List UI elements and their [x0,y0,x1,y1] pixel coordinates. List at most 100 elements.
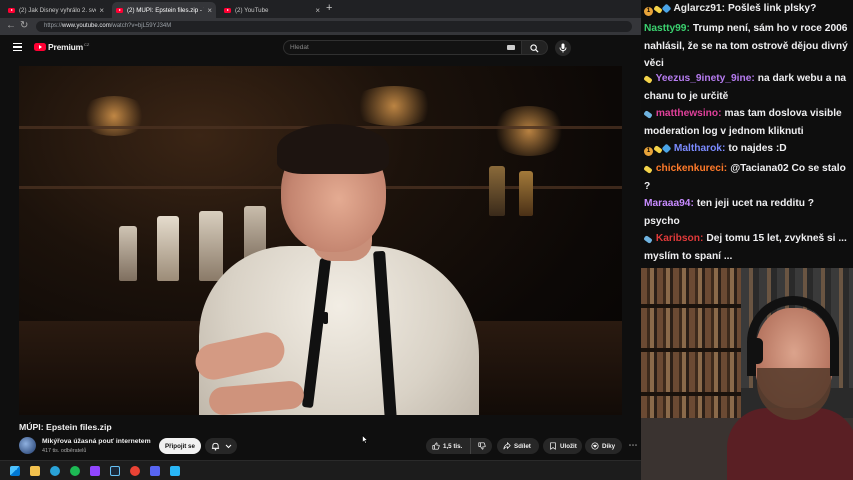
save-button[interactable]: Uložit [543,438,582,454]
chat-username[interactable]: Maltharok: [674,143,726,154]
chat-username[interactable]: matthewsino: [656,108,722,119]
bottle [157,216,179,281]
gem-badge-icon [661,143,672,154]
steam-icon[interactable] [110,466,120,476]
dislike-button[interactable] [470,438,492,454]
chrome-icon[interactable] [130,466,140,476]
chat-message: Maraaa94: ten jeji ucet na redditu ? psyc… [644,195,852,230]
discord-icon[interactable] [150,466,160,476]
like-count: 1,5 tis. [443,442,463,450]
chat-text: Pošleš link plsky? [727,3,817,14]
tab-epstein-files[interactable]: (2) MÚPI: Epstein files.zip - YouTub × [112,2,216,18]
sword-badge-icon [653,5,663,14]
close-icon[interactable]: × [207,6,212,15]
bar-light [489,106,569,156]
streamer-webcam [641,268,853,480]
voice-search-button[interactable] [555,40,571,56]
bottle [119,226,137,281]
man-hair [277,124,389,174]
url-path: /watch?v=bjL59YJ34M [110,23,172,29]
video-player[interactable] [19,66,622,415]
bar-light [79,96,149,136]
sword-badge-icon [643,165,653,174]
bottle [199,211,223,281]
drop-badge-icon [643,235,653,244]
video-title: MÚPI: Epstein files.zip [19,422,112,432]
search-icon [530,44,539,53]
youtube-premium-logo[interactable]: Premium CZ [34,42,89,52]
twitch-icon[interactable] [90,466,100,476]
close-icon[interactable]: × [315,6,320,15]
windows-start-icon[interactable] [10,466,20,476]
lapel-mic [323,312,328,324]
chat-message: 1 Aglarcz91: Pošleš link plsky? [644,0,852,18]
chat-message: chickenkureci: @Taciana02 Co se stalo ? [643,160,852,195]
search-input[interactable]: Hledat [283,40,522,55]
chat-message: 1 Maltharok: to najdes :D [644,140,852,158]
shelf-board [641,392,741,396]
chat-username[interactable]: Maraaa94: [644,198,694,209]
shelf-board [641,304,741,308]
tab-label: (2) YouTube [235,6,269,14]
chat-username[interactable]: chickenkureci: [656,163,727,174]
chat-message: Nastty99: Trump není, sám ho v roce 2006 … [644,20,852,73]
subscriber-count: 417 tis. odběratelů [42,448,87,454]
chat-username[interactable]: Aglarcz91: [673,3,725,14]
save-label: Uložit [560,442,577,450]
tab-youtube-home[interactable]: (2) YouTube × [220,2,324,18]
new-tab-button[interactable]: + [326,2,332,14]
bottle [489,166,505,216]
bottle [519,171,533,216]
sword-badge-icon [653,145,663,154]
bell-icon [211,442,220,451]
close-icon[interactable]: × [99,6,104,15]
stream-chat: 1 Aglarcz91: Pošleš link plsky? Nastty99:… [641,0,853,268]
thanks-heart-icon [591,442,599,450]
reload-icon[interactable]: ↻ [20,20,28,31]
headset-earcup [747,338,763,364]
join-button[interactable]: Připojit se [159,438,201,454]
keyboard-icon[interactable] [507,45,515,50]
url-prefix: https:// [44,23,63,29]
spotify-icon[interactable] [70,466,80,476]
sword-badge-icon [643,75,653,84]
chevron-down-icon [225,444,232,449]
youtube-favicon-icon [224,7,231,13]
logo-text: Premium [48,42,83,52]
search-button[interactable] [522,40,548,55]
like-button[interactable]: 1,5 tis. [426,438,470,454]
edge-icon[interactable] [50,466,60,476]
thanks-button[interactable]: Díky [585,438,622,454]
chat-message: matthewsino: mas tam doslova visible mode… [643,105,852,140]
chat-text: to najdes :D [728,143,787,154]
back-arrow-icon[interactable]: ← [6,20,16,31]
tab-disney[interactable]: (2) Jak Disney vyhrálo 2. světovou × [4,2,108,18]
share-label: Sdílet [514,442,531,450]
share-button[interactable]: Sdílet [497,438,539,454]
youtube-favicon-icon [8,7,15,13]
browser-window: (2) Jak Disney vyhrálo 2. světovou × (2)… [0,0,641,460]
thanks-label: Díky [602,442,616,450]
share-icon [503,442,511,450]
chat-username[interactable]: Yeezus_9inety_9ine: [656,73,755,84]
more-actions-button[interactable]: ⋯ [626,438,640,454]
thumbs-up-icon [432,442,440,450]
chat-username[interactable]: Nastty99: [644,23,690,34]
channel-avatar[interactable] [19,437,36,454]
file-explorer-icon[interactable] [30,466,40,476]
notification-button[interactable] [205,438,237,454]
hamburger-menu-icon[interactable] [13,43,22,51]
thumbs-down-icon [477,442,486,450]
chat-message: Karibson: Dej tomu 15 let, zvykneš si ...… [643,230,852,265]
tab-label: (2) MÚPI: Epstein files.zip - YouTub [127,6,204,14]
chat-username[interactable]: Karibson: [656,233,704,244]
mouse-cursor-icon [362,435,368,444]
youtube-logo-icon [34,42,46,52]
app-icon[interactable] [170,466,180,476]
url-domain: www.youtube.com [62,23,111,29]
save-playlist-icon [550,442,556,450]
url-field[interactable]: https://www.youtube.com/watch?v=bjL59YJ3… [36,21,632,32]
drop-badge-icon [643,110,653,119]
channel-name[interactable]: Mikýřova úžasná pouť internetem [42,438,151,445]
bar-light [349,86,439,126]
